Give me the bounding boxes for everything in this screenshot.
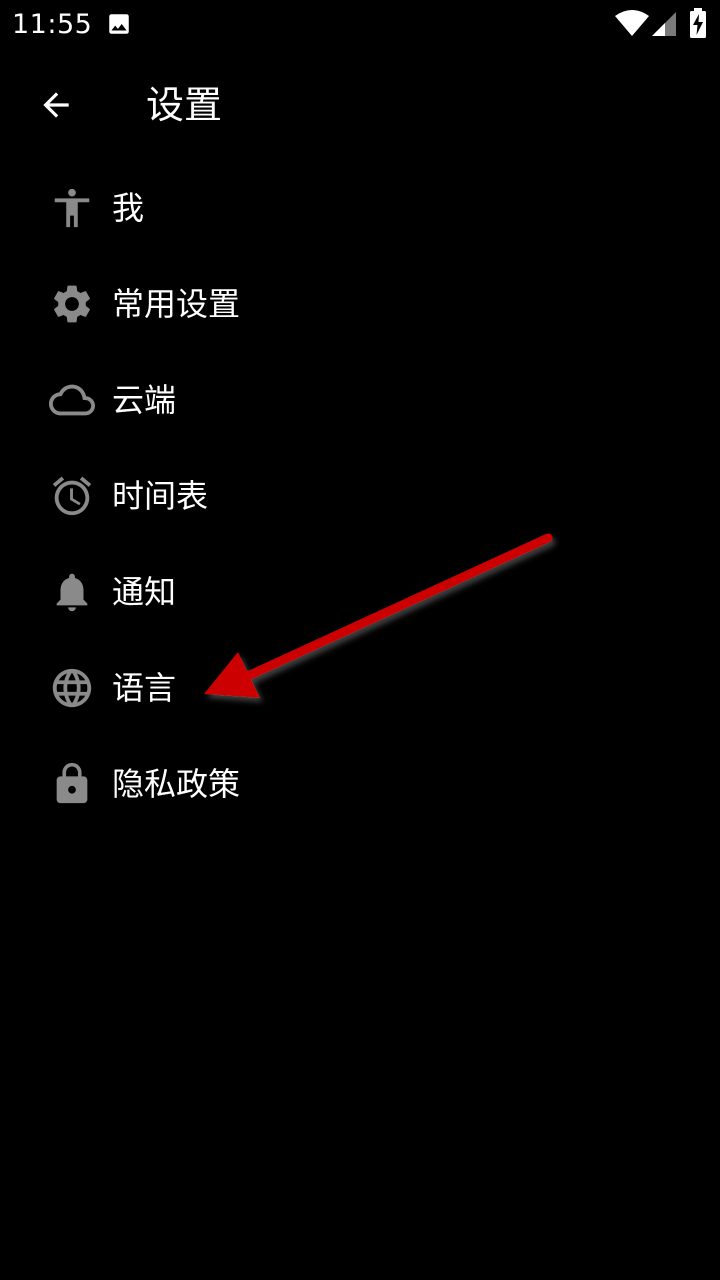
menu-item-me[interactable]: 我: [0, 160, 720, 256]
menu-item-schedule[interactable]: 时间表: [0, 448, 720, 544]
status-time: 11:55: [12, 9, 93, 40]
globe-icon: [48, 664, 96, 712]
menu-item-label: 我: [112, 189, 145, 227]
settings-menu: 我 常用设置 云端 时间表 通知 语言 隐私政策: [0, 160, 720, 832]
back-button[interactable]: [28, 77, 84, 133]
menu-item-label: 语言: [112, 669, 177, 707]
menu-item-label: 通知: [112, 573, 177, 611]
page-title: 设置: [146, 83, 223, 127]
bell-icon: [48, 568, 96, 616]
menu-item-notifications[interactable]: 通知: [0, 544, 720, 640]
person-icon: [48, 184, 96, 232]
status-bar: 11:55: [0, 0, 720, 50]
cellular-signal-icon: [652, 12, 678, 40]
lock-icon: [48, 760, 96, 808]
gear-icon: [48, 280, 96, 328]
arrow-left-icon: [37, 86, 75, 124]
menu-item-label: 隐私政策: [112, 765, 241, 803]
menu-item-label: 常用设置: [112, 285, 241, 323]
battery-charging-icon: [689, 8, 707, 42]
app-bar: 设置: [0, 50, 720, 160]
cloud-icon: [48, 376, 96, 424]
menu-item-label: 时间表: [112, 477, 209, 515]
wifi-icon: [614, 10, 650, 42]
menu-item-privacy-policy[interactable]: 隐私政策: [0, 736, 720, 832]
menu-item-label: 云端: [112, 381, 177, 419]
menu-item-general-settings[interactable]: 常用设置: [0, 256, 720, 352]
alarm-clock-icon: [48, 472, 96, 520]
menu-item-language[interactable]: 语言: [0, 640, 720, 736]
menu-item-cloud[interactable]: 云端: [0, 352, 720, 448]
image-notification-icon: [106, 11, 132, 41]
